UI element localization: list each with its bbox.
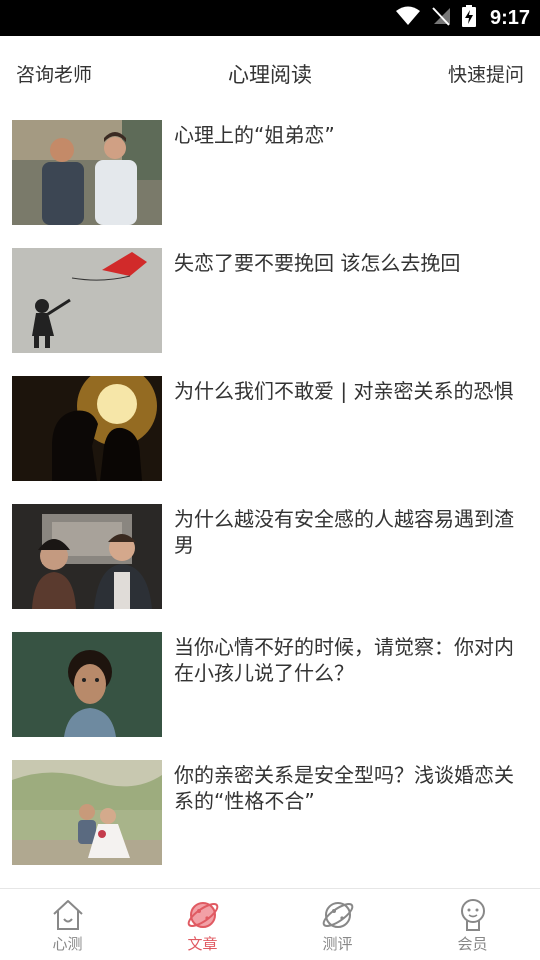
wifi-icon <box>395 6 420 30</box>
article-item[interactable]: 当你心情不好的时候，请觉察：你对内在小孩儿说了什么？ <box>0 620 540 748</box>
article-item[interactable]: 心理上的“姐弟恋” <box>0 108 540 236</box>
article-thumbnail <box>12 760 162 865</box>
article-thumbnail <box>12 120 162 225</box>
status-time: 9:17 <box>489 6 530 29</box>
tab-xince[interactable]: 心测 <box>0 889 135 960</box>
planet-icon <box>185 897 221 933</box>
top-nav: 咨询老师 心理阅读 快速提问 <box>0 36 540 108</box>
article-thumbnail <box>12 376 162 481</box>
article-thumbnail <box>12 248 162 353</box>
article-title: 心理上的“姐弟恋” <box>174 123 335 147</box>
article-title: 当你心情不好的时候，请觉察：你对内在小孩儿说了什么？ <box>174 635 514 685</box>
article-title: 为什么我们不敢爱 | 对亲密关系的恐惧 <box>174 379 514 403</box>
article-title: 你的亲密关系是安全型吗？浅谈婚恋关系的“性格不合” <box>174 763 514 813</box>
status-bar: 9:17 <box>0 0 540 36</box>
house-icon <box>50 897 86 933</box>
article-item[interactable]: 为什么我们不敢爱 | 对亲密关系的恐惧 <box>0 364 540 492</box>
tab-label: 会员 <box>457 935 488 953</box>
person-icon <box>455 897 491 933</box>
tab-evaluation[interactable]: 测评 <box>270 889 405 960</box>
article-thumbnail <box>12 632 162 737</box>
article-item[interactable]: 为什么越没有安全感的人越容易遇到渣男 <box>0 492 540 620</box>
tab-member[interactable]: 会员 <box>405 889 540 960</box>
battery-charging-icon <box>461 5 476 31</box>
article-item[interactable]: 失恋了要不要挽回 该怎么去挽回 <box>0 236 540 364</box>
article-list: 心理上的“姐弟恋” 失恋了要不要挽回 该怎么去挽回 为什么我们不敢爱 | 对亲密… <box>0 108 540 888</box>
article-title: 失恋了要不要挽回 该怎么去挽回 <box>174 251 461 275</box>
article-thumbnail <box>12 504 162 609</box>
tab-articles[interactable]: 文章 <box>135 889 270 960</box>
bottom-tab-bar: 心测 文章 测评 会员 <box>0 888 540 960</box>
article-item[interactable] <box>0 876 540 888</box>
article-title: 为什么越没有安全感的人越容易遇到渣男 <box>174 507 514 557</box>
quick-question-link[interactable]: 快速提问 <box>448 60 524 87</box>
tab-label: 文章 <box>187 935 218 953</box>
tab-label: 测评 <box>322 935 353 953</box>
tab-label: 心测 <box>52 935 83 953</box>
article-item[interactable]: 你的亲密关系是安全型吗？浅谈婚恋关系的“性格不合” <box>0 748 540 876</box>
planet-icon <box>320 897 356 933</box>
status-icons: 9:17 <box>395 0 530 36</box>
no-signal-icon <box>430 6 452 30</box>
